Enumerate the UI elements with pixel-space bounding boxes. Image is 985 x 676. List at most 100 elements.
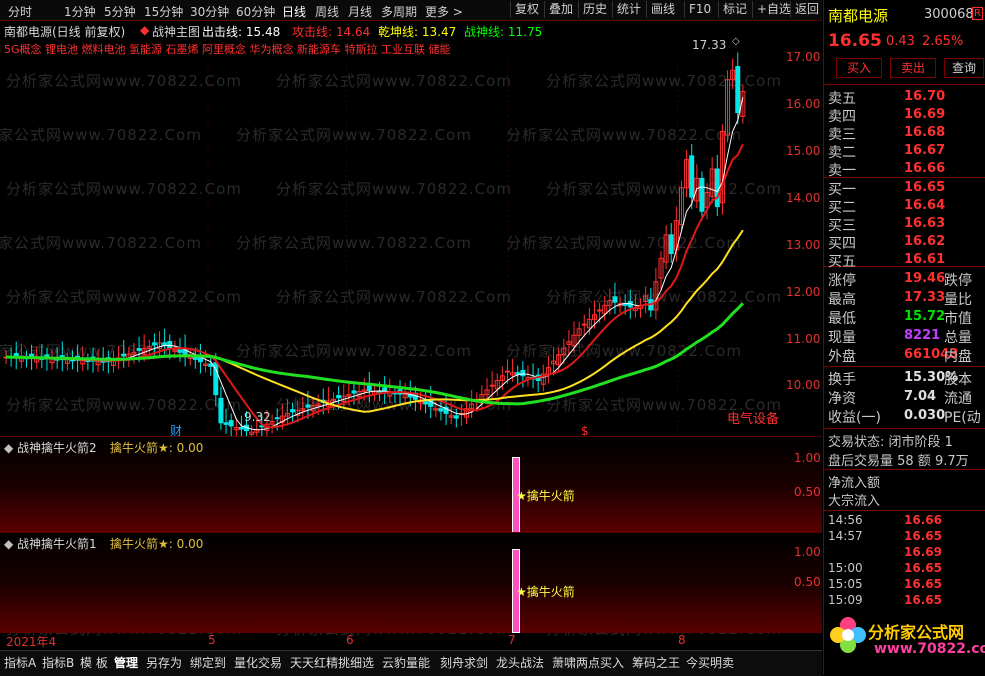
ma-line-white: [5, 96, 744, 431]
period-tab-weekly[interactable]: 周线: [315, 3, 339, 20]
period-tab-more[interactable]: 更多 >: [425, 3, 463, 20]
f10-button[interactable]: F10: [684, 1, 711, 18]
y-tick: 14.00: [786, 191, 821, 205]
candle-body: [167, 340, 173, 349]
tab-buy-today-sell-tomorrow[interactable]: 今买明卖: [686, 654, 734, 671]
tab-bind-to[interactable]: 绑定到: [190, 654, 226, 671]
stat-row-value: 17.33: [904, 290, 946, 305]
candle-body: [151, 342, 157, 346]
tab-leopard-volume[interactable]: 云豹量能: [382, 654, 430, 671]
low-price-label: 9.32: [244, 410, 271, 424]
ask-row-value: 16.69: [904, 107, 946, 122]
candle-body: [520, 369, 526, 377]
stats-button[interactable]: 统计: [612, 1, 641, 18]
tick-price: 16.65: [904, 593, 942, 607]
ask-row-value: 16.66: [904, 161, 946, 176]
buy-button[interactable]: 买入: [836, 58, 882, 78]
period-tab-multi[interactable]: 多周期: [381, 3, 417, 20]
stat2-row-label: 收益(一): [828, 410, 881, 426]
y-tick: 16.00: [786, 97, 821, 111]
margin-badge: R: [972, 7, 983, 20]
candle-body: [223, 422, 229, 425]
panel-value: 擒牛火箭★: 0.00: [110, 441, 204, 455]
indicator-panel-2[interactable]: ◆ 战神擒牛火箭2 擒牛火箭★: 0.00 ★擒牛火箭 1.00 0.50: [0, 436, 822, 533]
stat-row-label: 现量: [828, 330, 856, 346]
candle-body: [515, 372, 521, 375]
tick-price: 16.66: [904, 513, 942, 527]
y-tick: 12.00: [786, 285, 821, 299]
candle-body: [714, 168, 720, 208]
diamond-icon: ◇: [732, 36, 740, 47]
candle-body: [336, 395, 342, 399]
stat-row-right-label: 跌停: [944, 273, 972, 289]
period-tab-30min[interactable]: 30分钟: [190, 3, 229, 20]
add-watchlist-button[interactable]: +自选: [752, 1, 791, 18]
tab-leader-strategy[interactable]: 龙头战法: [496, 654, 544, 671]
period-tab-timeshare[interactable]: 分时: [8, 3, 32, 20]
adjust-button[interactable]: 复权: [510, 1, 539, 18]
stat-row-right-label: 量比: [944, 292, 972, 308]
bid-row-label: 买五: [828, 254, 856, 270]
period-tab-daily[interactable]: 日线: [282, 3, 306, 20]
tick-time: 15:00: [828, 561, 863, 575]
panel-title: ◆ 战神擒牛火箭1: [4, 535, 97, 552]
logo-main-text: 分析家公式网: [868, 623, 965, 642]
period-tab-1min[interactable]: 1分钟: [64, 3, 96, 20]
stock-code: 300068: [924, 7, 974, 22]
indicator-panel-1[interactable]: ◆ 战神擒牛火箭1 擒牛火箭★: 0.00 ★擒牛火箭 1.00 0.50: [0, 532, 822, 633]
kline-svg: [3, 52, 746, 436]
candle-body: [177, 349, 183, 353]
stat2-row-label: 换手: [828, 372, 856, 388]
tab-two-point-buy[interactable]: 萧啸两点买入: [552, 654, 624, 671]
candle-body: [366, 385, 372, 391]
y-tick: 11.00: [786, 332, 821, 346]
y-tick: 1.00: [794, 451, 821, 465]
price-change: 0.43: [886, 34, 915, 49]
main-kline-chart[interactable]: 南都电源(日线 前复权) ◆ 战神主图 出击线: 15.48 攻击线: 14.6…: [0, 20, 822, 438]
tab-boat-sword[interactable]: 刻舟求剑: [440, 654, 488, 671]
tab-template[interactable]: 模 板: [80, 654, 108, 671]
period-tab-monthly[interactable]: 月线: [348, 3, 372, 20]
panel-title-text: 战神擒牛火箭2: [17, 441, 97, 455]
high-price-label: 17.33: [692, 38, 727, 52]
quote-panel: 南都电源 300068 R 16.65 0.43 2.65% 买入 卖出 查询 …: [823, 0, 985, 675]
stat-row-right-label: 内盘: [944, 349, 972, 365]
tick-price: 16.69: [904, 545, 942, 559]
draw-line-button[interactable]: 画线: [646, 1, 675, 18]
overlay-button[interactable]: 叠加: [544, 1, 573, 18]
history-button[interactable]: 历史: [578, 1, 607, 18]
query-button[interactable]: 查询: [944, 58, 984, 78]
tab-indicator-b[interactable]: 指标B: [42, 654, 74, 671]
tab-save-as[interactable]: 另存为: [146, 654, 182, 671]
tick-time: 15:05: [828, 577, 863, 591]
period-tab-5min[interactable]: 5分钟: [104, 3, 136, 20]
tab-manage[interactable]: 管理: [114, 654, 138, 671]
stat2-row-right-label: 股本: [944, 372, 972, 388]
sell-button[interactable]: 卖出: [890, 58, 936, 78]
tab-indicator-a[interactable]: 指标A: [4, 654, 36, 671]
stat-row-label: 最高: [828, 292, 856, 308]
bid-row-value: 16.63: [904, 216, 946, 231]
tab-daily-pick[interactable]: 天天红精挑细选: [290, 654, 374, 671]
panel-collapse-icon[interactable]: ◆: [4, 537, 17, 551]
candle-body: [612, 296, 618, 303]
candle-body: [597, 309, 603, 312]
mark-button[interactable]: 标记: [718, 1, 747, 18]
stat2-row-value: 7.04: [904, 389, 937, 404]
period-tab-60min[interactable]: 60分钟: [236, 3, 275, 20]
ask-row-label: 卖四: [828, 109, 856, 125]
period-tab-15min[interactable]: 15分钟: [144, 3, 183, 20]
stat2-row-right-label: PE(动: [944, 410, 981, 426]
back-button[interactable]: 返回: [790, 1, 819, 18]
sector-label[interactable]: 电气设备: [727, 408, 779, 427]
panel-collapse-icon[interactable]: ◆: [4, 441, 17, 455]
flower-logo-icon: [830, 617, 866, 653]
top-toolbar: 分时 1分钟 5分钟 15分钟 30分钟 60分钟 日线 周线 月线 多周期 更…: [0, 0, 822, 21]
tick-price: 16.65: [904, 561, 942, 575]
tab-chip-king[interactable]: 筹码之王: [632, 654, 680, 671]
tick-time: 14:56: [828, 513, 863, 527]
candle-body: [423, 401, 429, 405]
stat2-row-value: 0.030: [904, 408, 946, 423]
tab-quant-trade[interactable]: 量化交易: [234, 654, 282, 671]
panel-title-text: 战神擒牛火箭1: [17, 537, 97, 551]
